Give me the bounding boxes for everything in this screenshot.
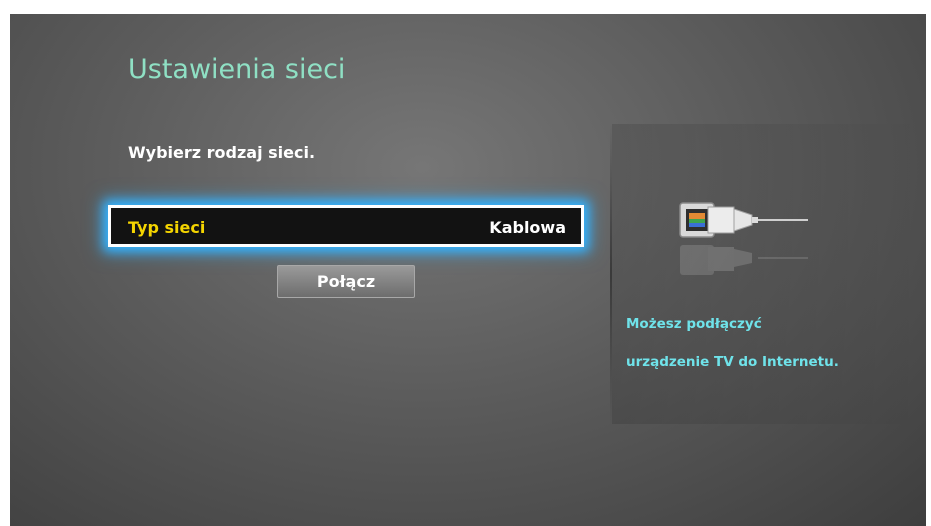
- network-type-label: Typ sieci: [128, 218, 206, 237]
- page-title: Ustawienia sieci: [128, 54, 346, 85]
- instruction-text: Wybierz rodzaj sieci.: [128, 143, 316, 162]
- connect-button[interactable]: Połącz: [277, 265, 415, 298]
- tv-screen: Ustawienia sieci Wybierz rodzaj sieci. T…: [10, 14, 926, 526]
- info-text-line2: urządzenie TV do Internetu.: [626, 354, 839, 370]
- info-text-line1: Możesz podłączyć: [626, 316, 762, 332]
- network-type-value: Kablowa: [489, 218, 566, 237]
- network-type-selector[interactable]: Typ sieci Kablowa: [108, 205, 584, 247]
- panel-divider: [610, 124, 612, 424]
- ethernet-cable-icon: [679, 202, 808, 275]
